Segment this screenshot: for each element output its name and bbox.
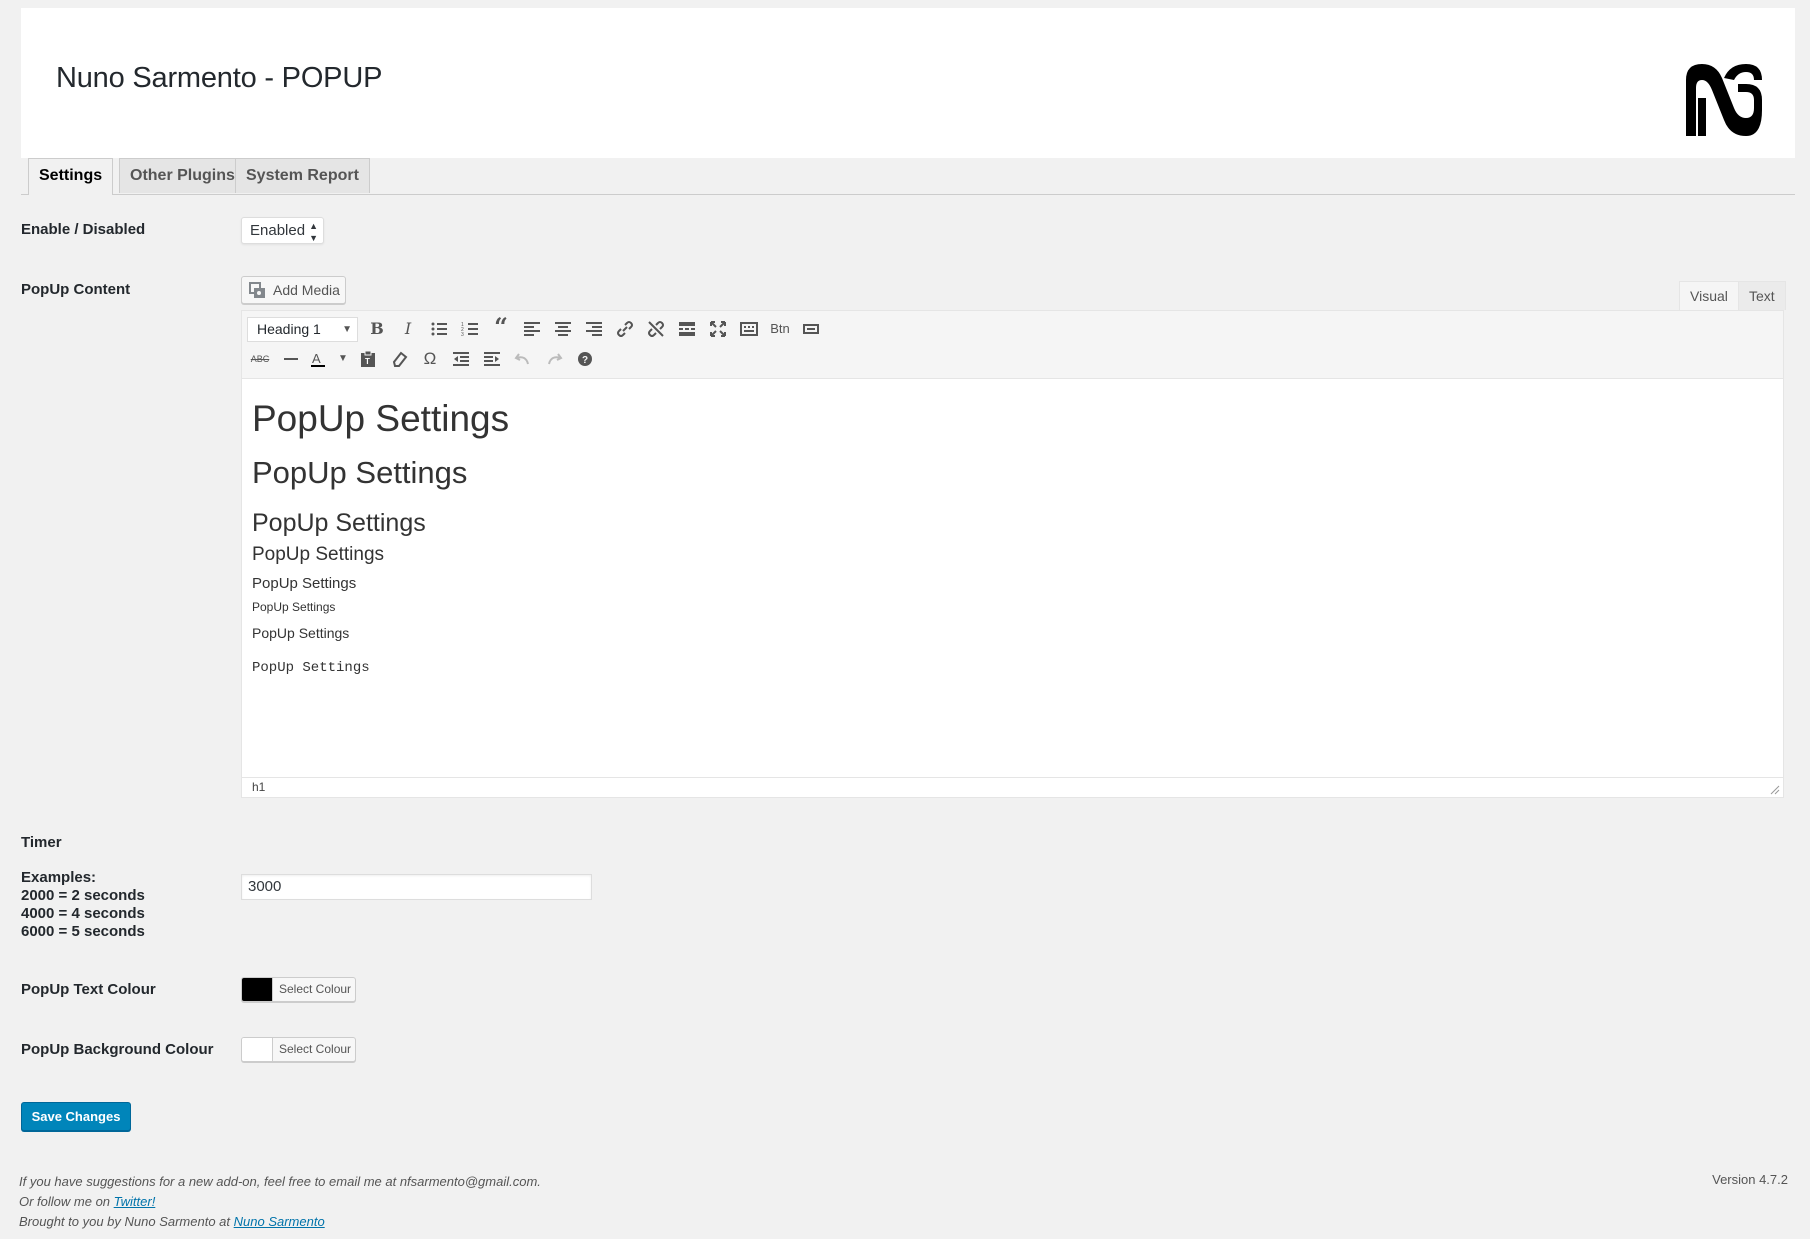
fullscreen-icon[interactable] [704,316,732,342]
redo-icon[interactable] [540,346,568,372]
content-preformatted: PopUp Settings [252,660,370,676]
ns-logo [1686,64,1762,136]
bg-colour-picker[interactable]: Select Colour [241,1037,356,1062]
indent-icon[interactable] [478,346,506,372]
footer-text: If you have suggestions for a new add-on… [19,1172,541,1232]
special-character-icon[interactable]: Ω [416,346,444,372]
svg-text:3: 3 [461,332,464,338]
content-heading-6: PopUp Settings [252,600,336,614]
paste-text-icon[interactable]: T [354,346,382,372]
author-link[interactable]: Nuno Sarmento [234,1214,325,1229]
text-colour-picker[interactable]: Select Colour [241,977,356,1002]
horizontal-line-icon[interactable] [277,346,305,372]
footer-line-brought: Brought to you by Nuno Sarmento at Nuno … [19,1212,541,1232]
select-arrows-icon: ▲ ▼ [309,221,318,243]
content-heading-4: PopUp Settings [252,544,385,565]
example-line: 4000 = 4 seconds [21,905,145,922]
brought-text: Brought to you by Nuno Sarmento at [19,1214,234,1229]
undo-icon[interactable] [509,346,537,372]
read-more-icon[interactable] [673,316,701,342]
content-paragraph: PopUp Settings [252,625,350,641]
page-title: Nuno Sarmento - POPUP [56,62,383,94]
footer-line-follow: Or follow me on Twitter! [19,1192,541,1212]
shortcode-icon[interactable] [797,316,825,342]
align-center-icon[interactable] [549,316,577,342]
clear-formatting-icon[interactable] [385,346,413,372]
tab-settings[interactable]: Settings [28,158,114,195]
add-media-label: Add Media [273,282,340,298]
help-icon[interactable]: ? [571,346,599,372]
content-heading-5: PopUp Settings [252,575,357,592]
align-left-icon[interactable] [518,316,546,342]
text-color-dropdown-icon[interactable]: ▼ [329,346,357,372]
format-select-value: Heading 1 [257,321,321,337]
svg-text:?: ? [582,355,588,366]
timer-input[interactable]: 3000 [241,874,592,900]
enable-label: Enable / Disabled [21,221,146,238]
popup-content-label: PopUp Content [21,281,131,298]
timer-examples: Examples: 2000 = 2 seconds 4000 = 4 seco… [21,869,145,941]
numbered-list-icon[interactable]: 123 [456,316,484,342]
chevron-down-icon: ▼ [342,324,352,335]
content-heading-1: PopUp Settings [252,398,510,439]
tab-text[interactable]: Text [1738,281,1786,310]
popup-editor: Heading 1 ▼ B I 123 “ Btn ABC A ▼ T Ω ? … [241,310,1784,798]
follow-text: Or follow me on [19,1194,114,1209]
bg-colour-label: PopUp Background Colour [21,1041,214,1058]
blockquote-icon[interactable]: “ [487,314,515,340]
unlink-icon[interactable] [642,316,670,342]
save-changes-button[interactable]: Save Changes [21,1102,131,1131]
text-color-icon[interactable]: A [304,346,332,372]
examples-title: Examples: [21,869,97,886]
example-line: 2000 = 2 seconds [21,887,145,904]
toolbar-toggle-icon[interactable] [735,316,763,342]
timer-label: Timer [21,834,62,851]
text-colour-swatch [242,978,273,1001]
media-icon [249,282,265,298]
tab-other-plugins[interactable]: Other Plugins [119,158,246,193]
enable-select[interactable]: Enabled ▲ ▼ [241,217,324,244]
link-icon[interactable] [611,316,639,342]
enable-select-value: Enabled [250,222,306,239]
version-text: Version 4.7.2 [1712,1172,1788,1187]
tab-system-report[interactable]: System Report [235,158,370,193]
example-line: 6000 = 5 seconds [21,923,145,940]
nav-tabs: Settings Other Plugins System Report [21,158,1795,195]
align-right-icon[interactable] [580,316,608,342]
italic-icon[interactable]: I [394,316,422,342]
twitter-link[interactable]: Twitter! [114,1194,156,1209]
add-media-button[interactable]: Add Media [241,276,346,304]
text-colour-label: PopUp Text Colour [21,981,156,998]
tab-visual[interactable]: Visual [1679,281,1739,310]
bold-icon[interactable]: B [363,316,391,342]
outdent-icon[interactable] [447,346,475,372]
bg-colour-swatch [242,1038,273,1061]
editor-statusbar: h1 [242,777,1783,797]
bullet-list-icon[interactable] [425,316,453,342]
format-select[interactable]: Heading 1 ▼ [247,317,358,342]
select-colour-label: Select Colour [279,982,352,996]
editor-toolbar: Heading 1 ▼ B I 123 “ Btn ABC A ▼ T Ω ? [242,311,1783,379]
content-heading-3: PopUp Settings [252,509,426,537]
plugin-header: Nuno Sarmento - POPUP [21,8,1795,158]
resize-handle-icon[interactable] [1770,785,1780,795]
strikethrough-icon[interactable]: ABC [246,346,274,372]
element-path[interactable]: h1 [252,780,265,794]
footer-line-email: If you have suggestions for a new add-on… [19,1174,541,1189]
button-shortcode[interactable]: Btn [766,316,794,342]
svg-text:A: A [312,351,321,366]
select-colour-label: Select Colour [279,1042,352,1056]
svg-text:T: T [365,357,370,366]
content-heading-2: PopUp Settings [252,455,468,490]
